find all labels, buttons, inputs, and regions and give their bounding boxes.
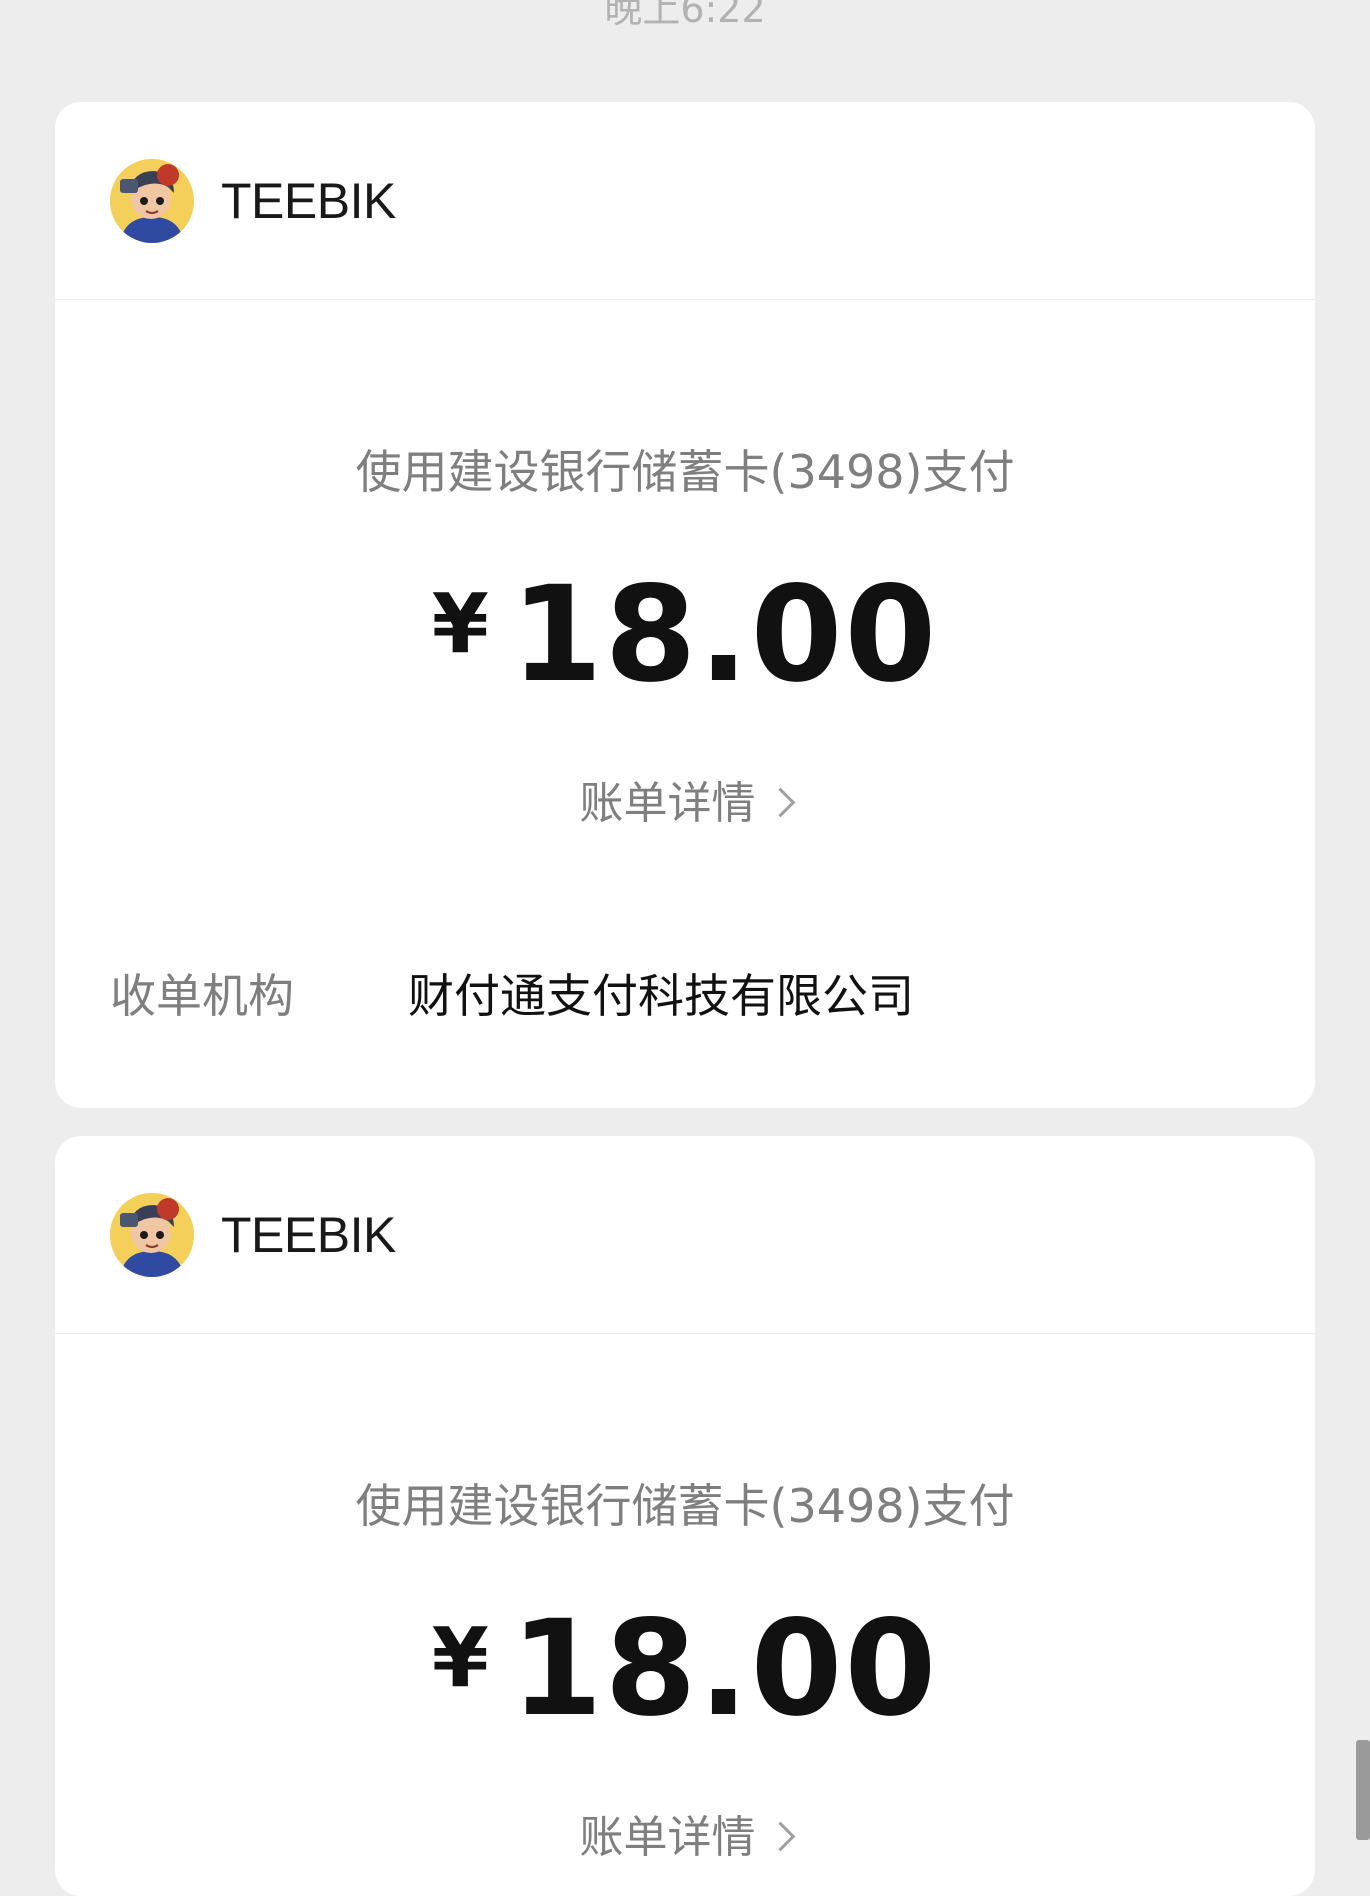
acquirer-label: 收单机构 (110, 969, 294, 1023)
amount-value: 18.00 (510, 558, 939, 712)
bill-detail-link[interactable]: 账单详情 (55, 1810, 1315, 1866)
payment-amount: ¥18.00 (55, 565, 1315, 705)
merchant-name: TEEBIK (221, 172, 396, 229)
card-header[interactable]: TEEBIK (55, 1136, 1315, 1334)
cartoon-avatar-icon[interactable] (110, 158, 194, 243)
scrollbar-thumb[interactable] (1356, 1740, 1370, 1840)
payment-method-text: 使用建设银行储蓄卡(3498)支付 (355, 445, 1015, 499)
acquirer-row: 收单机构 财付通支付科技有限公司 (110, 966, 914, 1026)
payment-method-text: 使用建设银行储蓄卡(3498)支付 (355, 1479, 1015, 1533)
payment-card[interactable]: TEEBIK 使用建设银行储蓄卡(3498)支付 ¥18.00 账单详情 (55, 1136, 1315, 1896)
card-header[interactable]: TEEBIK (55, 102, 1315, 300)
payment-card[interactable]: TEEBIK 使用建设银行储蓄卡(3498)支付 ¥18.00 账单详情 收单机… (55, 102, 1315, 1108)
bill-detail-label: 账单详情 (579, 1812, 756, 1863)
bill-detail-label: 账单详情 (579, 778, 756, 829)
amount-value: 18.00 (510, 1592, 939, 1746)
bill-detail-link[interactable]: 账单详情 (55, 776, 1315, 832)
chevron-right-icon (765, 787, 795, 817)
payment-amount: ¥18.00 (55, 1599, 1315, 1739)
currency-symbol: ¥ (431, 577, 489, 672)
cartoon-avatar-icon[interactable] (110, 1192, 194, 1277)
acquirer-value: 财付通支付科技有限公司 (408, 969, 914, 1023)
message-timestamp: 晚上6:22 (604, 0, 766, 31)
merchant-name: TEEBIK (221, 1206, 396, 1263)
currency-symbol: ¥ (431, 1611, 489, 1706)
